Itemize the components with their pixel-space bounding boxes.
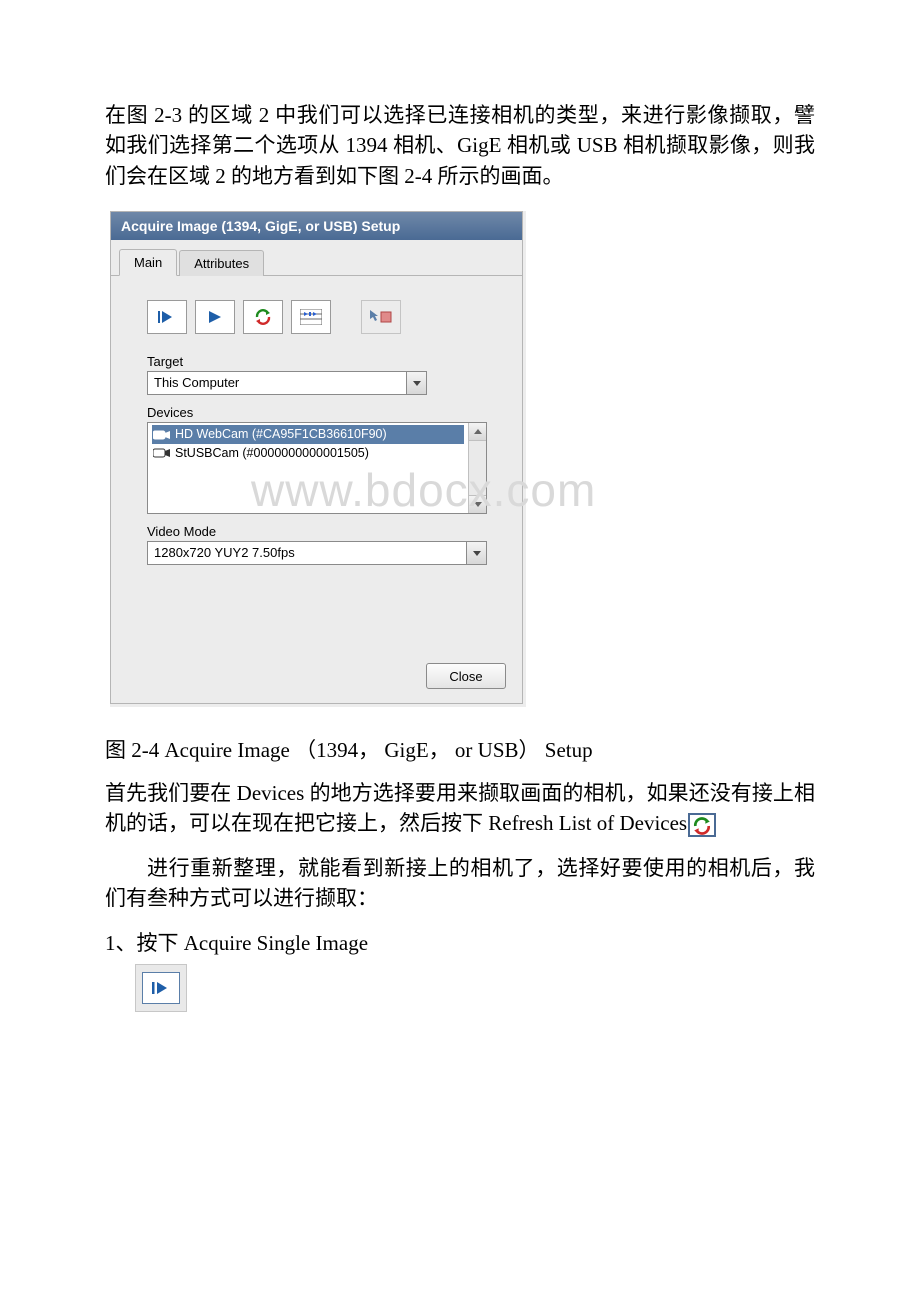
devices-label: Devices [147, 405, 486, 420]
cursor-region-icon [369, 309, 393, 325]
dialog-titlebar: Acquire Image (1394, GigE, or USB) Setup [111, 212, 522, 240]
paragraph-method-1: 1、按下 Acquire Single Image [105, 928, 815, 958]
camera-icon [153, 430, 171, 440]
video-mode-dropdown[interactable]: 1280x720 YUY2 7.50fps [147, 541, 487, 565]
single-image-button-inner [142, 972, 180, 1004]
chevron-down-icon [474, 502, 482, 507]
dialog-tabs: Main Attributes [111, 240, 522, 276]
select-region-button[interactable] [361, 300, 401, 334]
chevron-down-icon [413, 381, 421, 386]
chevron-down-icon [473, 551, 481, 556]
dialog-footer: Close [111, 663, 522, 703]
document-page: 在图 2-3 的区域 2 中我们可以选择已连接相机的类型，来进行影像撷取，譬如我… [0, 0, 920, 1052]
dialog-shadow: Acquire Image (1394, GigE, or USB) Setup… [110, 211, 526, 707]
list-item-label: HD WebCam (#CA95F1CB36610F90) [175, 425, 387, 444]
camera-icon [153, 448, 171, 458]
single-image-button-figure [135, 964, 187, 1012]
target-dropdown-button[interactable] [406, 372, 426, 394]
refresh-inline-icon [688, 813, 716, 837]
close-button[interactable]: Close [426, 663, 506, 689]
devices-list-content: HD WebCam (#CA95F1CB36610F90) StUSBCam (… [148, 423, 468, 513]
tab-main[interactable]: Main [119, 249, 177, 276]
video-mode-label: Video Mode [147, 524, 486, 539]
figure-caption: 图 2-4 Acquire Image （1394， GigE， or USB）… [105, 735, 815, 765]
devices-scrollbar[interactable] [468, 423, 486, 513]
play-icon [207, 310, 223, 324]
acquire-single-button[interactable] [147, 300, 187, 334]
refresh-devices-button[interactable] [243, 300, 283, 334]
acquire-setup-dialog: Acquire Image (1394, GigE, or USB) Setup… [110, 211, 523, 704]
scroll-down-button[interactable] [469, 495, 486, 513]
target-dropdown[interactable]: This Computer [147, 371, 427, 395]
target-value: This Computer [148, 372, 406, 394]
paragraph-reorganize: 进行重新整理，就能看到新接上的相机了，选择好要使用的相机后，我们有叁种方式可以进… [105, 853, 815, 914]
timing-button[interactable] [291, 300, 331, 334]
paragraph-devices: 首先我们要在 Devices 的地方选择要用来撷取画面的相机，如果还没有接上相机… [105, 778, 815, 839]
grid-icon [300, 309, 322, 325]
toolbar [147, 300, 486, 334]
list-item-label: StUSBCam (#0000000000001505) [175, 444, 369, 463]
intro-paragraph: 在图 2-3 的区域 2 中我们可以选择已连接相机的类型，来进行影像撷取，譬如我… [105, 100, 815, 191]
dialog-body: Target This Computer Devices HD WebCam (… [111, 276, 522, 583]
chevron-up-icon [474, 429, 482, 434]
list-item[interactable]: HD WebCam (#CA95F1CB36610F90) [152, 425, 464, 444]
single-play-icon [158, 310, 176, 324]
list-item[interactable]: StUSBCam (#0000000000001505) [152, 444, 464, 463]
acquire-continuous-button[interactable] [195, 300, 235, 334]
tab-attributes[interactable]: Attributes [179, 250, 264, 276]
devices-listbox[interactable]: HD WebCam (#CA95F1CB36610F90) StUSBCam (… [147, 422, 487, 514]
video-mode-value: 1280x720 YUY2 7.50fps [148, 542, 466, 564]
scroll-up-button[interactable] [469, 423, 486, 441]
single-play-icon [152, 981, 170, 995]
target-label: Target [147, 354, 486, 369]
refresh-icon [254, 308, 272, 326]
video-mode-dropdown-button[interactable] [466, 542, 486, 564]
